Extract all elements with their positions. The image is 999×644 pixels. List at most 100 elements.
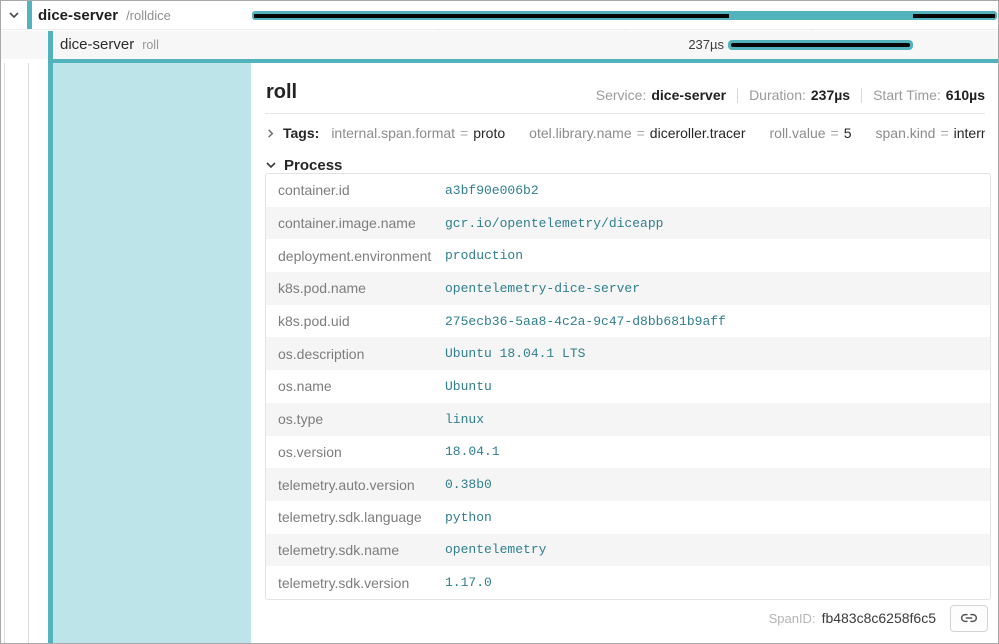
meta-divider (737, 88, 738, 103)
operation-name: /rolldice (126, 8, 171, 23)
span-tree-guide-line (4, 63, 5, 643)
tags-section-toggle[interactable]: Tags: internal.span.format = proto otel.li… (265, 117, 985, 149)
tag-item: internal.span.format = proto (331, 125, 505, 141)
process-value: python (445, 510, 492, 525)
tag-value: proto (473, 125, 505, 141)
process-row: os.description Ubuntu 18.04.1 LTS (266, 337, 990, 370)
span-detail-footer: SpanID: fb483c8c6258f6c5 (769, 599, 988, 637)
span-meta: Service: dice-server Duration: 237µs Sta… (596, 87, 985, 103)
meta-divider (861, 88, 862, 103)
process-value: gcr.io/opentelemetry/diceapp (445, 216, 663, 231)
service-name: dice-server/rolldice (38, 1, 171, 30)
tag-equals: = (637, 125, 645, 141)
process-value: 1.17.0 (445, 575, 492, 590)
process-key: container.image.name (266, 215, 445, 231)
span-bar-rolldice[interactable] (252, 11, 997, 20)
header-divider (265, 113, 985, 114)
process-key: k8s.pod.uid (266, 313, 445, 329)
process-key: os.version (266, 444, 445, 460)
process-row: container.id a3bf90e006b2 (266, 174, 990, 207)
process-value: 275ecb36-5aa8-4c2a-9c47-d8bb681b9aff (445, 314, 726, 329)
tag-equals: = (940, 125, 948, 141)
span-title: roll (266, 81, 297, 104)
process-row: k8s.pod.uid 275ecb36-5aa8-4c2a-9c47-d8bb… (266, 305, 990, 338)
service-value: dice-server (651, 87, 726, 103)
span-id-value: fb483c8c6258f6c5 (822, 610, 936, 626)
process-row: telemetry.sdk.language python (266, 501, 990, 534)
process-key: k8s.pod.name (266, 280, 445, 296)
chevron-right-icon[interactable] (265, 128, 276, 139)
span-name-cell[interactable]: dice-server/rolldice (1, 1, 251, 29)
span-detail-panel: roll Service: dice-server Duration: 237µ… (251, 63, 998, 643)
tag-equals: = (460, 125, 468, 141)
process-row: k8s.pod.name opentelemetry-dice-server (266, 272, 990, 305)
process-section-toggle[interactable]: Process (265, 155, 342, 175)
jaeger-trace-detail-view: dice-server/rolldice dice-serverroll 237… (0, 0, 999, 644)
selected-span-top-border (48, 59, 998, 63)
tag-key: internal.span.format (331, 125, 455, 141)
child-span-marker (254, 14, 729, 18)
process-value: Ubuntu (445, 379, 492, 394)
process-value: opentelemetry-dice-server (445, 281, 640, 296)
process-key: os.type (266, 411, 445, 427)
tag-value: diceroller.tracer (650, 125, 746, 141)
deep-link-button[interactable] (950, 605, 988, 632)
selected-span-tint (53, 63, 251, 643)
tags-label: Tags: (283, 125, 319, 141)
child-span-marker (913, 14, 995, 18)
duration-label: Duration: (749, 87, 806, 103)
span-bar-core (731, 43, 910, 47)
process-key: telemetry.sdk.version (266, 575, 445, 591)
process-key: telemetry.sdk.name (266, 542, 445, 558)
process-key: container.id (266, 182, 445, 198)
process-value: production (445, 248, 523, 263)
process-value: a3bf90e006b2 (445, 183, 539, 198)
tag-key: roll.value (770, 125, 826, 141)
tag-item: otel.library.name = diceroller.tracer (529, 125, 745, 141)
span-bar-roll[interactable] (728, 40, 913, 50)
process-row: telemetry.auto.version 0.38b0 (266, 468, 990, 501)
process-table: container.id a3bf90e006b2 container.imag… (265, 173, 991, 600)
span-row-rolldice[interactable]: dice-server/rolldice (1, 1, 998, 30)
span-color-bar (27, 1, 32, 29)
span-color-bar (48, 31, 53, 59)
span-duration-label: 237µs (602, 31, 724, 59)
tag-value: 5 (844, 125, 852, 141)
operation-name: roll (142, 38, 159, 52)
span-row-roll[interactable]: dice-serverroll 237µs (1, 31, 998, 59)
service-label: Service: (596, 87, 647, 103)
span-name-cell[interactable]: dice-serverroll (1, 31, 251, 59)
service-name: dice-serverroll (60, 31, 159, 59)
process-key: os.name (266, 378, 445, 394)
process-value: Ubuntu 18.04.1 LTS (445, 346, 585, 361)
process-key: deployment.environment (266, 248, 445, 264)
link-icon (961, 610, 977, 626)
tag-value: internal (954, 125, 985, 141)
start-time-label: Start Time: (873, 87, 941, 103)
process-row: container.image.name gcr.io/opentelemetr… (266, 207, 990, 240)
chevron-down-icon[interactable] (265, 159, 277, 171)
process-key: telemetry.auto.version (266, 477, 445, 493)
process-row: telemetry.sdk.name opentelemetry (266, 534, 990, 567)
process-value: linux (445, 412, 484, 427)
process-row: telemetry.sdk.version 1.17.0 (266, 566, 990, 599)
span-tree-guide-line (28, 63, 29, 643)
process-value: opentelemetry (445, 542, 546, 557)
chevron-down-icon[interactable] (8, 9, 20, 21)
process-key: os.description (266, 346, 445, 362)
process-key: telemetry.sdk.language (266, 509, 445, 525)
tag-key: span.kind (876, 125, 936, 141)
process-value: 0.38b0 (445, 477, 492, 492)
process-row: os.type linux (266, 403, 990, 436)
tag-item: span.kind= internal (876, 125, 985, 141)
process-row: os.version 18.04.1 (266, 436, 990, 469)
process-label: Process (284, 157, 342, 174)
tag-equals: = (831, 125, 839, 141)
process-row: deployment.environment production (266, 239, 990, 272)
process-row: os.name Ubuntu (266, 370, 990, 403)
duration-value: 237µs (811, 87, 850, 103)
tag-key: otel.library.name (529, 125, 631, 141)
span-id-label: SpanID: (769, 611, 816, 626)
tag-item: roll.value = 5 (770, 125, 852, 141)
process-value: 18.04.1 (445, 444, 500, 459)
